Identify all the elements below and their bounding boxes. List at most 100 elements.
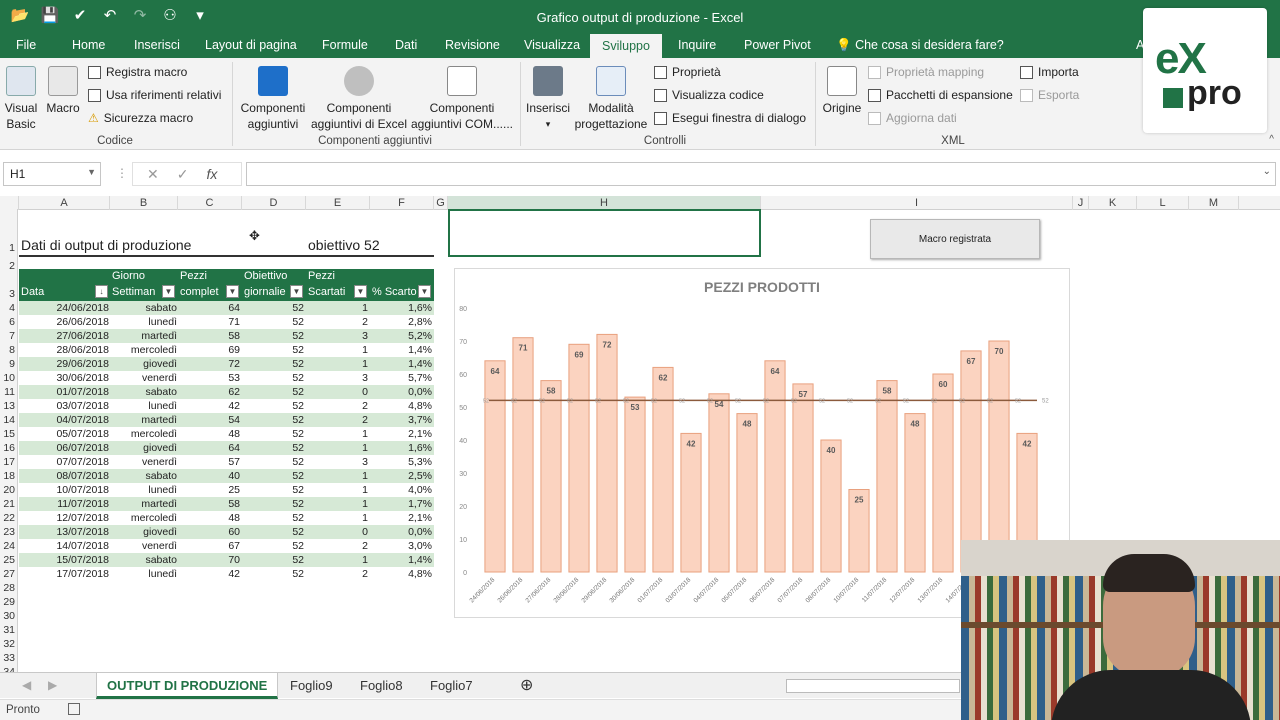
table-cell[interactable]: 01/07/2018 <box>56 386 109 398</box>
table-cell[interactable]: 26/06/2018 <box>56 316 109 328</box>
table-cell[interactable]: 52 <box>292 316 304 328</box>
design-mode-button[interactable]: Modalità progettazione <box>574 66 648 132</box>
filter-obiettivo-icon[interactable]: ▼ <box>290 285 303 298</box>
table-cell[interactable]: 4,8% <box>408 400 432 412</box>
table-cell[interactable]: 64 <box>228 442 240 454</box>
col-m[interactable]: M <box>1189 196 1239 210</box>
table-cell[interactable]: 04/07/2018 <box>56 414 109 426</box>
table-cell[interactable]: 2,1% <box>408 512 432 524</box>
table-cell[interactable]: 1,6% <box>408 442 432 454</box>
tab-home[interactable]: Home <box>72 38 105 52</box>
table-cell[interactable]: 2,1% <box>408 428 432 440</box>
table-cell[interactable]: lunedì <box>148 316 177 328</box>
col-a[interactable]: A <box>19 196 110 210</box>
table-cell[interactable]: 52 <box>292 358 304 370</box>
insert-function-icon[interactable]: fx <box>206 163 217 185</box>
table-cell[interactable]: lunedì <box>148 484 177 496</box>
table-cell[interactable]: giovedì <box>143 526 177 538</box>
table-cell[interactable]: martedì <box>141 414 177 426</box>
table-cell[interactable]: 54 <box>228 414 240 426</box>
scroll-right-icon[interactable]: ▶ <box>48 678 57 692</box>
table-cell[interactable]: 03/07/2018 <box>56 400 109 412</box>
table-cell[interactable]: 52 <box>292 400 304 412</box>
table-cell[interactable]: 52 <box>292 526 304 538</box>
table-cell[interactable]: 64 <box>228 302 240 314</box>
export-button[interactable]: Esporta <box>1020 88 1079 102</box>
table-cell[interactable]: 52 <box>292 484 304 496</box>
table-cell[interactable]: 29/06/2018 <box>56 358 109 370</box>
table-cell[interactable]: 1 <box>362 484 368 496</box>
col-c[interactable]: C <box>178 196 242 210</box>
enter-icon[interactable]: ✓ <box>177 163 189 185</box>
table-cell[interactable]: 28/06/2018 <box>56 344 109 356</box>
col-i[interactable]: I <box>761 196 1073 210</box>
table-cell[interactable]: 42 <box>228 568 240 580</box>
filter-giorno-icon[interactable]: ▼ <box>162 285 175 298</box>
row-header[interactable]: 17 <box>0 455 18 469</box>
com-addins-button[interactable]: Componenti aggiuntivi COM...... <box>410 66 514 132</box>
row-header[interactable]: 23 <box>0 525 18 539</box>
table-cell[interactable]: 52 <box>292 428 304 440</box>
table-cell[interactable]: venerdì <box>142 456 177 468</box>
table-cell[interactable]: 69 <box>228 344 240 356</box>
table-cell[interactable]: sabato <box>145 470 177 482</box>
table-cell[interactable]: 1 <box>362 512 368 524</box>
table-cell[interactable]: 2 <box>362 540 368 552</box>
row-header[interactable]: 2 <box>0 255 18 272</box>
col-e[interactable]: E <box>306 196 370 210</box>
table-cell[interactable]: martedì <box>141 330 177 342</box>
visual-basic-button[interactable]: Visual Basic <box>4 66 38 132</box>
table-cell[interactable]: venerdì <box>142 372 177 384</box>
table-cell[interactable]: 2 <box>362 316 368 328</box>
tab-inquire[interactable]: Inquire <box>678 38 716 52</box>
table-cell[interactable]: 05/07/2018 <box>56 428 109 440</box>
row-header[interactable]: 27 <box>0 567 18 581</box>
tab-visualizza[interactable]: Visualizza <box>524 38 580 52</box>
row-header[interactable]: 13 <box>0 399 18 413</box>
table-cell[interactable]: 1,7% <box>408 498 432 510</box>
table-cell[interactable]: 0,0% <box>408 526 432 538</box>
table-cell[interactable]: 72 <box>228 358 240 370</box>
filter-pezzi-icon[interactable]: ▼ <box>226 285 239 298</box>
formula-input[interactable]: ⌄ <box>246 162 1276 186</box>
table-cell[interactable]: 1,4% <box>408 344 432 356</box>
table-cell[interactable]: 58 <box>228 330 240 342</box>
row-header[interactable]: 11 <box>0 385 18 399</box>
col-h[interactable]: H <box>448 196 761 210</box>
macro-security-button[interactable]: ⚠ Sicurezza macro <box>88 111 193 125</box>
sheet-tab-foglio7[interactable]: Foglio7 <box>420 673 483 699</box>
table-cell[interactable]: 0 <box>362 526 368 538</box>
row-header[interactable]: 4 <box>0 301 18 315</box>
table-cell[interactable]: lunedì <box>148 568 177 580</box>
row-header[interactable]: 32 <box>0 637 18 651</box>
table-cell[interactable]: 2 <box>362 400 368 412</box>
table-cell[interactable]: 48 <box>228 428 240 440</box>
table-cell[interactable]: 27/06/2018 <box>56 330 109 342</box>
table-cell[interactable]: 70 <box>228 554 240 566</box>
table-cell[interactable]: 52 <box>292 386 304 398</box>
properties-button[interactable]: Proprietà <box>654 65 721 79</box>
table-cell[interactable]: 2 <box>362 414 368 426</box>
table-cell[interactable]: 25 <box>228 484 240 496</box>
select-all-corner[interactable] <box>0 196 19 210</box>
table-cell[interactable]: 4,8% <box>408 568 432 580</box>
excel-addins-button[interactable]: Componenti aggiuntivi di Excel <box>310 66 408 132</box>
row-header[interactable]: 20 <box>0 483 18 497</box>
table-cell[interactable]: 2,5% <box>408 470 432 482</box>
col-l[interactable]: L <box>1137 196 1189 210</box>
tab-inserisci[interactable]: Inserisci <box>134 38 180 52</box>
horizontal-scrollbar[interactable] <box>786 679 960 693</box>
tab-layout[interactable]: Layout di pagina <box>205 38 297 52</box>
row-header[interactable]: 33 <box>0 651 18 665</box>
table-cell[interactable]: 3 <box>362 330 368 342</box>
row-header[interactable]: 10 <box>0 371 18 385</box>
table-cell[interactable]: 58 <box>228 498 240 510</box>
row-header[interactable]: 31 <box>0 623 18 637</box>
table-cell[interactable]: 57 <box>228 456 240 468</box>
table-cell[interactable]: 52 <box>292 568 304 580</box>
row-header[interactable]: 8 <box>0 343 18 357</box>
tab-formule[interactable]: Formule <box>322 38 368 52</box>
table-cell[interactable]: venerdì <box>142 540 177 552</box>
table-cell[interactable]: 3,0% <box>408 540 432 552</box>
row-header[interactable]: 9 <box>0 357 18 371</box>
